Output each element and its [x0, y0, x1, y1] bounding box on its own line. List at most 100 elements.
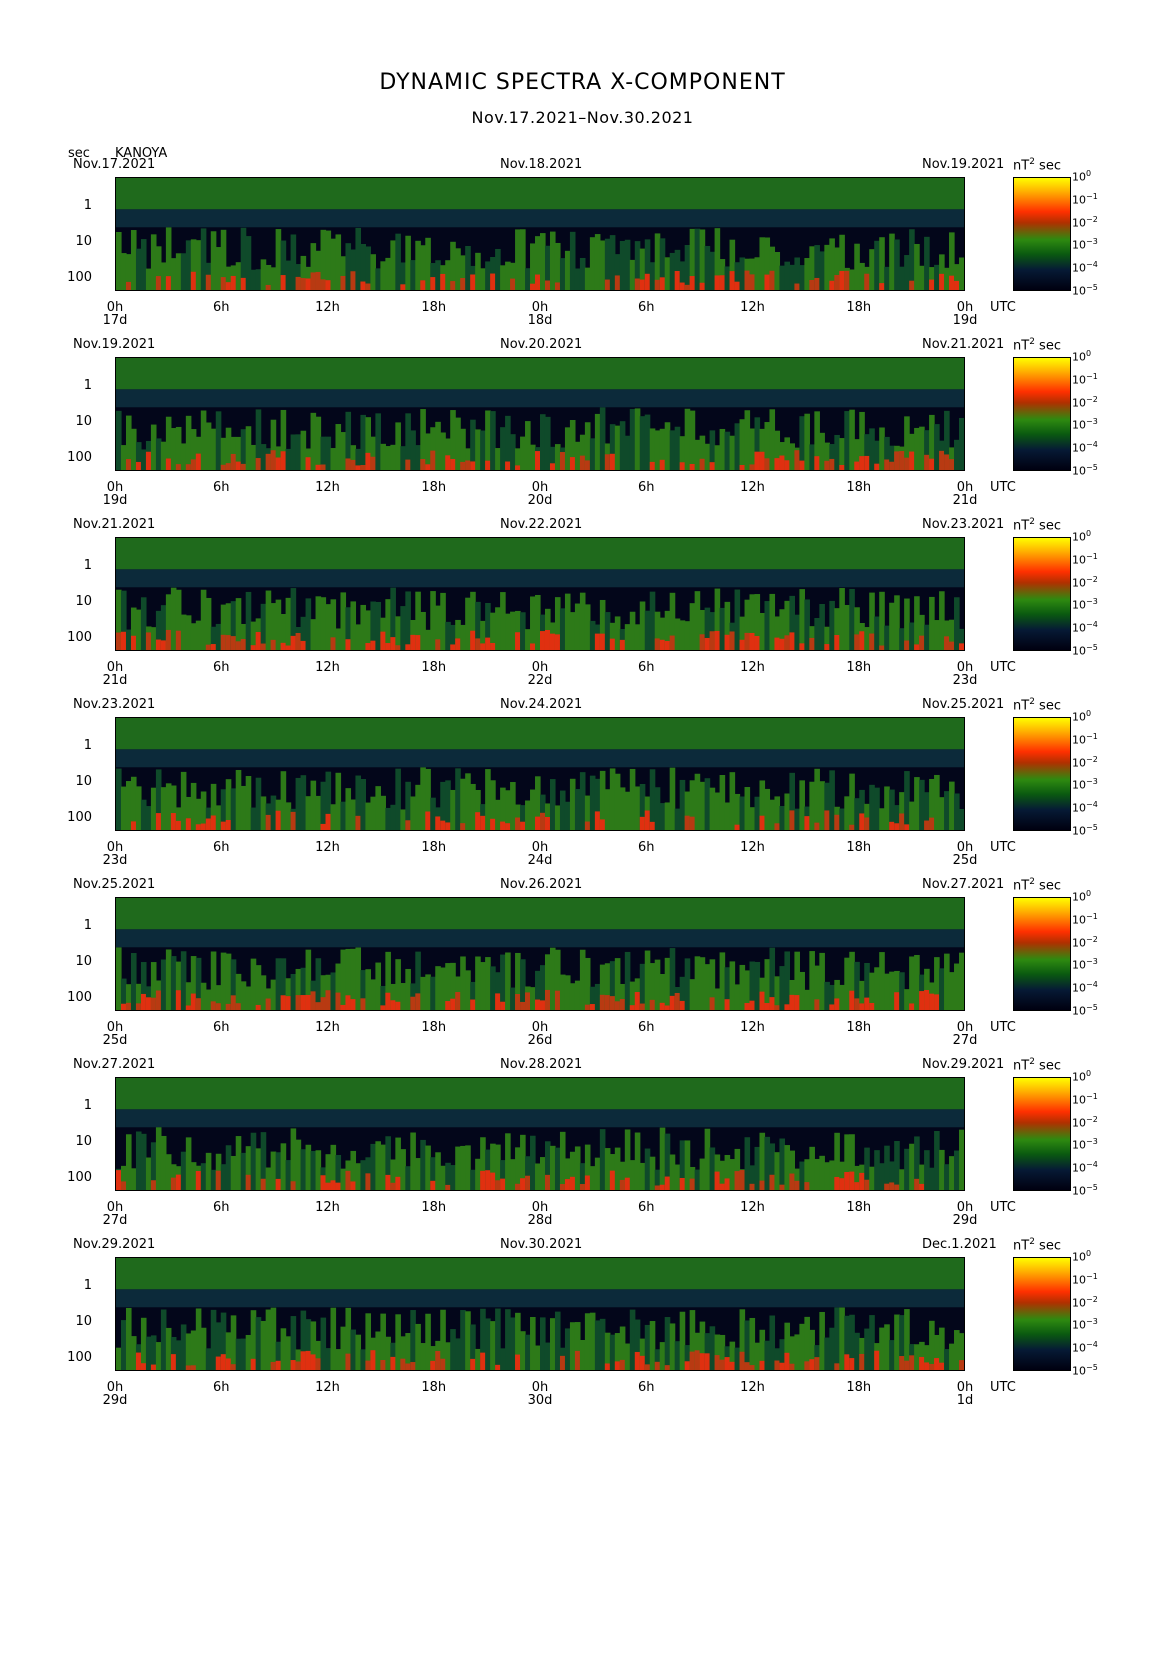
spectrogram-power-patch	[784, 1352, 791, 1370]
spectrogram-column	[500, 1348, 506, 1370]
colorbar-unit-base: nT	[1013, 1058, 1030, 1074]
spectrogram-column	[180, 771, 187, 830]
spectrogram-power-patch	[285, 645, 292, 650]
spectrogram-column	[674, 618, 681, 650]
spectrogram-power-patch	[584, 1004, 591, 1010]
spectrogram-power-patch	[609, 996, 616, 1010]
spectrogram-column	[540, 233, 546, 290]
spectrogram-column	[520, 612, 526, 650]
spectrogram-column	[554, 805, 561, 830]
spectrogram-column	[884, 973, 890, 1010]
spectrogram-column	[375, 1331, 381, 1370]
spectrogram-column	[445, 1342, 451, 1370]
spectrogram-image	[116, 1078, 964, 1190]
spectrogram-power-patch	[924, 454, 930, 470]
spectrogram-image	[116, 1258, 964, 1370]
spectrogram-power-patch	[275, 1178, 282, 1190]
spectrogram-column	[460, 624, 466, 650]
spectrogram-power-patch	[475, 638, 481, 650]
spectrogram-column	[749, 428, 756, 470]
colorbar-tick-label: 10−5	[1072, 643, 1098, 658]
spectrogram-mid-band	[116, 1289, 964, 1308]
spectrogram-power-patch	[195, 824, 202, 830]
spectrogram-column	[764, 601, 771, 650]
colorbar-tick-label: 10−4	[1072, 440, 1098, 455]
spectrogram-column	[530, 243, 536, 290]
colorbar-tick-exp: 0	[1086, 1069, 1092, 1078]
spectrogram-power-patch	[684, 815, 691, 830]
spectrogram-power-patch	[190, 993, 197, 1010]
spectrogram-power-patch	[235, 641, 242, 650]
spectrogram-power-patch	[714, 1171, 721, 1190]
spectrogram-column	[435, 966, 441, 1010]
spectrogram-power-patch	[435, 639, 441, 650]
spectrogram-column	[689, 603, 696, 650]
colorbar-tick-base: 10	[1072, 373, 1086, 387]
spectrogram-power-patch	[215, 1003, 222, 1010]
spectrogram-power-patch	[240, 277, 247, 290]
spectrogram-power-patch	[959, 643, 964, 650]
spectrogram-column	[330, 238, 337, 290]
spectrogram-column	[116, 231, 122, 290]
spectrogram-column	[804, 413, 810, 470]
spectrogram-power-patch	[300, 1351, 307, 1370]
spectrogram-column	[235, 769, 242, 830]
spectrogram-power-patch	[410, 1362, 416, 1370]
spectrogram-column	[719, 774, 726, 830]
spectrogram-power-patch	[679, 1000, 686, 1010]
spectrogram-column	[505, 1133, 511, 1190]
spectrogram-column	[834, 1307, 840, 1370]
spectrogram-column	[809, 444, 815, 470]
spectrogram-column	[869, 428, 875, 470]
spectrogram-column	[599, 1318, 606, 1370]
spectrogram-column	[355, 947, 362, 1010]
y-tick-label: 10	[75, 773, 92, 789]
spectrogram-column	[879, 237, 885, 290]
spectrogram-column	[425, 629, 431, 650]
spectrogram-power-patch	[844, 270, 850, 290]
spectrogram-column	[395, 233, 401, 290]
colorbar-tick-base: 10	[1072, 239, 1086, 253]
spectrogram-column	[764, 1136, 771, 1190]
spectrogram-power-patch	[769, 1174, 776, 1190]
spectrogram-column	[579, 1339, 586, 1370]
spectrogram-column	[295, 434, 302, 470]
spectrogram-power-patch	[235, 461, 242, 470]
spectrogram-column	[629, 409, 636, 470]
spectrogram-column	[944, 1164, 950, 1190]
spectrogram-column	[240, 429, 247, 470]
spectrogram-column	[455, 417, 461, 470]
spectrogram-power-patch	[265, 814, 272, 830]
spectrogram-power-patch	[714, 1355, 721, 1370]
spectrogram-column	[624, 791, 631, 830]
spectrogram-column	[315, 1150, 322, 1190]
y-tick-label: 100	[67, 630, 92, 646]
spectrogram-power-patch	[405, 459, 411, 470]
spectrogram-column	[270, 1307, 277, 1370]
spectrogram-power-patch	[824, 644, 830, 650]
spectrogram-column	[604, 789, 611, 830]
spectrogram-power-patch	[714, 275, 721, 290]
spectrogram-column	[200, 1163, 207, 1190]
spectrogram-column	[549, 779, 556, 830]
day-label: 30d	[527, 1393, 553, 1408]
spectrogram-column	[904, 1148, 910, 1190]
spectra-panel: Nov.19.2021 Nov.20.2021 Nov.21.2021 nT2 sec…	[0, 335, 1165, 515]
spectrogram-power-patch	[265, 998, 272, 1010]
spectrogram-power-patch	[549, 463, 556, 470]
colorbar-tick-exp: −3	[1086, 237, 1098, 247]
spectrogram-column	[515, 1147, 521, 1190]
spectrogram-power-patch	[540, 1000, 546, 1010]
spectrogram-column	[624, 1343, 631, 1370]
spectrogram-power-patch	[440, 1358, 446, 1370]
colorbar-unit: nT2 sec	[1013, 157, 1061, 173]
spectrogram-column	[754, 961, 761, 1010]
spectrogram-column	[804, 989, 810, 1010]
spectrogram-column	[150, 627, 157, 650]
spectrogram-column	[794, 614, 800, 650]
spectrogram-column	[530, 987, 536, 1010]
colorbar-unit-base: nT	[1013, 1238, 1030, 1254]
spectrogram-power-patch	[614, 1361, 621, 1370]
spectrogram-column	[280, 1328, 287, 1370]
spectrogram-column	[250, 1132, 257, 1190]
